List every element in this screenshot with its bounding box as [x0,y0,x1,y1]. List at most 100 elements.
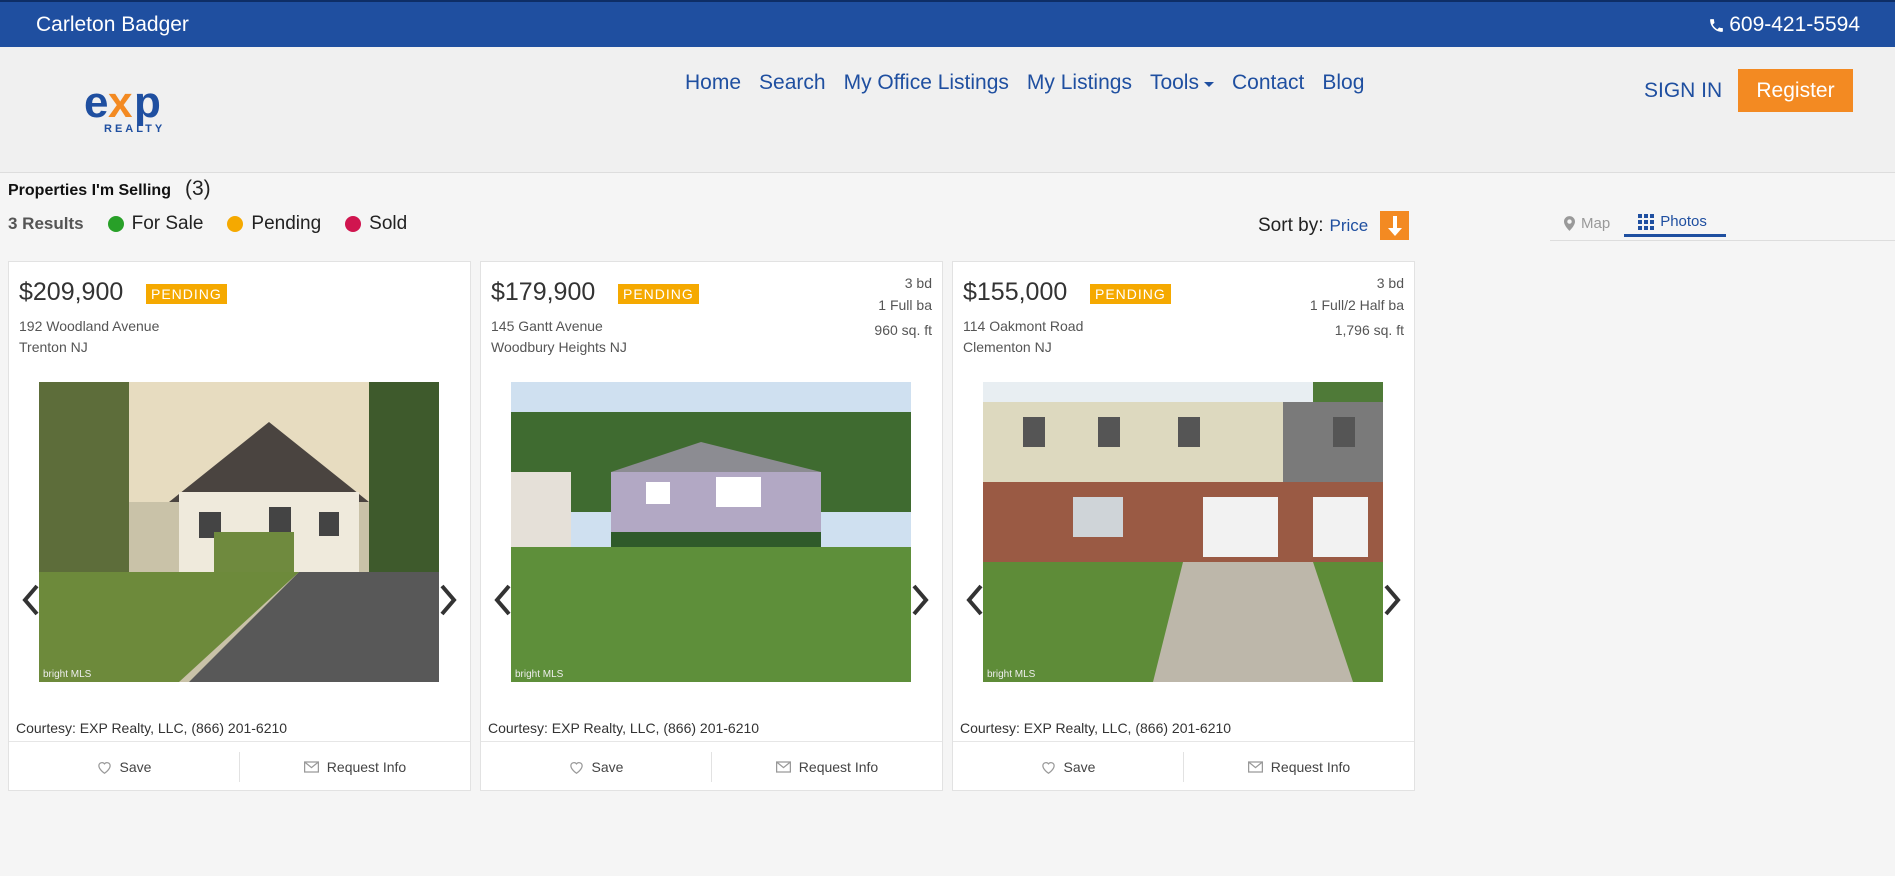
listing-sqft: 960 sq. ft [874,322,932,338]
save-button[interactable]: Save [9,752,239,782]
sign-in-link[interactable]: SIGN IN [1644,79,1722,103]
heart-icon [569,761,583,774]
listing-photo[interactable]: bright MLS [511,382,911,682]
svg-text:REALTY: REALTY [104,123,165,135]
grid-icon [1638,213,1655,230]
save-button[interactable]: Save [481,752,711,782]
request-info-label: Request Info [798,758,879,775]
nav-home[interactable]: Home [685,71,741,95]
nav-contact[interactable]: Contact [1232,71,1304,95]
listing-card[interactable]: $155,000 PENDING 114 Oakmont Road Clemen… [952,261,1415,791]
toggle-divider [1550,240,1895,241]
svg-text:p: p [134,78,161,127]
photos-view-tab[interactable]: Photos [1624,209,1727,237]
green-dot-icon [107,216,124,232]
section-title: Properties I'm Selling [8,182,171,199]
listing-baths: 1 Full ba [878,297,932,313]
legend-for-sale[interactable]: For Sale [107,213,204,235]
exp-realty-logo[interactable]: e x p REALTY [84,77,194,135]
legend-label: Sold [369,213,408,234]
chevron-left-icon[interactable] [491,582,515,618]
results-count: 3 Results [8,214,84,233]
nav-tools-label: Tools [1149,71,1199,94]
heart-icon [97,761,111,774]
heart-icon [1041,761,1055,774]
chevron-right-icon[interactable] [436,582,460,618]
site-header: e x p REALTY Home Search My Office Listi… [0,47,1895,173]
listing-street[interactable]: 145 Gantt Avenue [491,318,603,334]
listings-section: Properties I'm Selling (3) 3 Results For… [0,173,1895,876]
phone-number: 609-421-5594 [1729,13,1860,36]
listing-street[interactable]: 192 Woodland Avenue [19,318,159,334]
listing-street[interactable]: 114 Oakmont Road [963,318,1083,334]
arrow-down-icon [1387,215,1402,236]
nav-search[interactable]: Search [759,71,826,95]
nav-blog[interactable]: Blog [1322,71,1364,95]
listing-city: Clementon NJ [963,339,1052,355]
nav-my-listings[interactable]: My Listings [1027,71,1132,95]
request-info-label: Request Info [1270,758,1351,775]
map-view-tab[interactable]: Map [1550,209,1624,237]
nav-my-office-listings[interactable]: My Office Listings [844,71,1009,95]
nav-tools-dropdown[interactable]: Tools [1150,71,1214,95]
listing-photo[interactable]: bright MLS [983,382,1383,682]
listing-city: Trenton NJ [19,339,88,355]
listing-city: Woodbury Heights NJ [491,339,627,355]
listing-price: $155,000 [963,278,1068,306]
listing-price: $209,900 [19,278,124,306]
card-actions: Save Request Info [481,741,942,791]
save-label: Save [591,758,624,775]
svg-text:x: x [108,78,133,127]
map-tab-label: Map [1581,214,1611,232]
view-toggle: Map Photos [1550,209,1727,237]
request-info-button[interactable]: Request Info [240,752,470,782]
chevron-right-icon[interactable] [908,582,932,618]
legend-pending[interactable]: Pending [227,213,321,235]
envelope-icon [303,760,319,773]
sort-direction-button[interactable] [1380,211,1410,240]
phone-icon [1710,18,1724,32]
page-footer-strip [0,876,1895,890]
legend-sold[interactable]: Sold [345,213,407,235]
listing-beds: 3 bd [1376,275,1404,291]
listing-card[interactable]: $179,900 PENDING 145 Gantt Avenue Woodbu… [480,261,943,791]
red-dot-icon [345,216,362,232]
legend-label: Pending [251,213,322,234]
listing-card[interactable]: $209,900 PENDING 192 Woodland Avenue Tre… [8,261,471,791]
orange-dot-icon [227,216,244,232]
chevron-right-icon[interactable] [1380,582,1404,618]
envelope-icon [775,760,791,773]
status-legend: 3 Results For Sale Pending Sold [8,213,431,235]
save-label: Save [119,758,152,775]
register-button[interactable]: Register [1738,69,1853,112]
main-nav: Home Search My Office Listings My Listin… [685,71,1364,95]
agent-name[interactable]: Carleton Badger [36,13,189,37]
map-pin-icon [1564,215,1575,231]
listing-courtesy: Courtesy: EXP Realty, LLC, (866) 201-621… [488,720,760,736]
request-info-button[interactable]: Request Info [1184,752,1414,782]
status-badge: PENDING [618,284,699,304]
top-bar: Carleton Badger 609-421-5594 [0,0,1895,47]
section-count: (3) [184,177,211,200]
listing-price: $179,900 [491,278,596,306]
photo-watermark: bright MLS [515,669,564,680]
status-badge: PENDING [1090,284,1171,304]
listing-sqft: 1,796 sq. ft [1334,322,1404,338]
envelope-icon [1247,760,1263,773]
chevron-left-icon[interactable] [963,582,987,618]
caret-down-icon [1203,82,1214,87]
sort-field-select[interactable]: Price [1329,216,1368,236]
listing-beds: 3 bd [904,275,932,291]
phone-link[interactable]: 609-421-5594 [1708,13,1860,37]
listing-photo[interactable]: bright MLS [39,382,439,682]
card-actions: Save Request Info [9,741,470,791]
legend-label: For Sale [131,213,204,234]
chevron-left-icon[interactable] [19,582,43,618]
photos-tab-label: Photos [1660,213,1707,230]
card-actions: Save Request Info [953,741,1414,791]
listing-courtesy: Courtesy: EXP Realty, LLC, (866) 201-621… [960,720,1232,736]
request-info-label: Request Info [326,758,407,775]
request-info-button[interactable]: Request Info [712,752,942,782]
photo-watermark: bright MLS [43,669,92,680]
save-button[interactable]: Save [953,752,1183,782]
